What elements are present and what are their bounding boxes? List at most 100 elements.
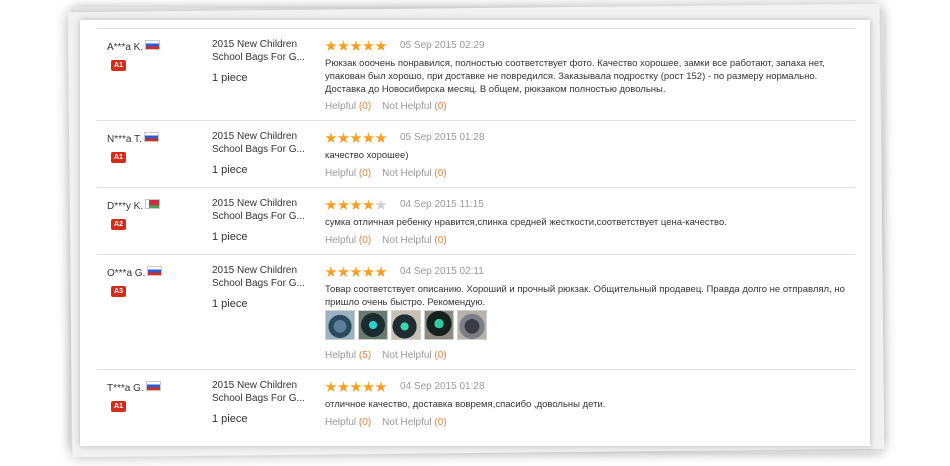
product-link[interactable]: 2015 New Children School Bags For G... (212, 130, 312, 156)
product-link[interactable]: 2015 New Children School Bags For G... (212, 264, 312, 290)
not-helpful-count: (0) (434, 417, 447, 428)
review-date: 05 Sep 2015 02:29 (400, 40, 485, 51)
reviewer-name: N***a T. (107, 134, 142, 145)
ru-flag-icon (147, 266, 163, 276)
reviewer-name: O***a G. (107, 268, 146, 279)
reviewer: A***a K. (107, 40, 161, 53)
helpful-button[interactable]: Helpful (5) (325, 350, 371, 361)
reviewer: O***a G. (107, 266, 163, 279)
feedback-row: Helpful (0) Not Helpful (0) (325, 417, 447, 428)
star-filled-icon (337, 40, 350, 51)
photo-thumbnails (325, 310, 490, 340)
helpful-button[interactable]: Helpful (0) (325, 417, 371, 428)
review-date: 04 Sep 2015 01:28 (400, 381, 485, 392)
star-filled-icon (375, 40, 387, 51)
not-helpful-button[interactable]: Not Helpful (0) (382, 350, 446, 361)
not-helpful-count: (0) (434, 350, 447, 361)
helpful-button[interactable]: Helpful (0) (325, 101, 371, 112)
photo-thumbnail[interactable] (457, 310, 487, 340)
helpful-count: (0) (358, 235, 372, 246)
quantity: 1 piece (212, 72, 248, 84)
review-text: качество хорошее) (325, 150, 409, 161)
feedback-row: Helpful (0) Not Helpful (0) (325, 168, 447, 179)
reviewer: N***a T. (107, 132, 159, 145)
not-helpful-label: Not Helpful (382, 235, 432, 246)
not-helpful-button[interactable]: Not Helpful (0) (382, 101, 446, 112)
star-filled-icon (375, 381, 387, 392)
not-helpful-label: Not Helpful (382, 350, 432, 361)
quantity: 1 piece (212, 298, 248, 310)
photo-thumbnail[interactable] (391, 310, 421, 340)
star-filled-icon (325, 199, 337, 210)
reviewer-name: T***a G. (107, 383, 144, 394)
star-filled-icon (362, 132, 375, 143)
not-helpful-button[interactable]: Not Helpful (0) (382, 235, 446, 246)
not-helpful-label: Not Helpful (382, 101, 432, 112)
helpful-count: (0) (358, 101, 372, 112)
star-filled-icon (350, 132, 362, 143)
product-link[interactable]: 2015 New Children School Bags For G... (212, 379, 312, 405)
helpful-count: (0) (358, 168, 372, 179)
star-rating (325, 131, 388, 143)
by-flag-icon (145, 199, 161, 209)
ru-flag-icon (145, 381, 161, 391)
star-filled-icon (325, 40, 337, 51)
quantity: 1 piece (212, 231, 248, 243)
reviewer-name: D***y K. (107, 201, 144, 212)
level-badge: A1 (111, 60, 126, 71)
not-helpful-count: (0) (434, 101, 447, 112)
photo-thumbnail[interactable] (325, 310, 355, 340)
star-filled-icon (337, 381, 350, 392)
star-rating (325, 39, 388, 51)
feedback-row: Helpful (0) Not Helpful (0) (325, 101, 447, 112)
reviewer: T***a G. (107, 381, 161, 394)
star-empty-icon (375, 199, 387, 210)
star-rating (325, 265, 388, 277)
photo-thumbnail[interactable] (424, 310, 454, 340)
helpful-button[interactable]: Helpful (0) (325, 235, 371, 246)
product-link[interactable]: 2015 New Children School Bags For G... (212, 197, 312, 223)
helpful-label: Helpful (325, 417, 357, 428)
level-badge: A1 (111, 152, 126, 163)
review-date: 04 Sep 2015 11:15 (400, 199, 484, 210)
review-row: D***y K. A2 2015 New Children School Bag… (97, 188, 855, 255)
not-helpful-button[interactable]: Not Helpful (0) (382, 168, 446, 179)
feedback-row: Helpful (0) Not Helpful (0) (325, 235, 447, 246)
not-helpful-count: (0) (434, 235, 447, 246)
level-badge: A1 (111, 401, 126, 412)
product-link[interactable]: 2015 New Children School Bags For G... (212, 38, 312, 64)
reviews-card: A***a K. A1 2015 New Children School Bag… (80, 20, 870, 446)
review-row: A***a K. A1 2015 New Children School Bag… (97, 29, 855, 121)
photo-thumbnail[interactable] (358, 310, 388, 340)
star-filled-icon (362, 266, 375, 277)
reviewer-name: A***a K. (107, 42, 144, 53)
ru-flag-icon (145, 40, 161, 50)
review-text: сумка отличная ребенку нравится,спинка с… (325, 217, 727, 228)
helpful-label: Helpful (325, 235, 357, 246)
quantity: 1 piece (212, 164, 248, 176)
review-text: отличное качество, доставка вовремя,спас… (325, 399, 606, 410)
level-badge: A2 (111, 219, 126, 230)
star-filled-icon (325, 132, 337, 143)
star-rating (325, 198, 388, 210)
star-filled-icon (337, 132, 350, 143)
helpful-count: (0) (358, 417, 372, 428)
star-filled-icon (350, 199, 362, 210)
level-badge: A3 (111, 286, 126, 297)
review-row: T***a G. A1 2015 New Children School Bag… (97, 370, 855, 440)
star-rating (325, 380, 388, 392)
star-filled-icon (362, 199, 375, 210)
not-helpful-count: (0) (434, 168, 447, 179)
helpful-label: Helpful (325, 101, 357, 112)
not-helpful-label: Not Helpful (382, 417, 432, 428)
star-filled-icon (337, 266, 350, 277)
not-helpful-button[interactable]: Not Helpful (0) (382, 417, 446, 428)
ru-flag-icon (143, 132, 159, 142)
review-date: 05 Sep 2015 01:28 (400, 132, 485, 143)
star-filled-icon (350, 381, 362, 392)
helpful-count: (5) (358, 350, 372, 361)
star-filled-icon (362, 381, 375, 392)
review-date: 04 Sep 2015 02:11 (400, 266, 484, 277)
star-filled-icon (375, 132, 387, 143)
helpful-button[interactable]: Helpful (0) (325, 168, 371, 179)
